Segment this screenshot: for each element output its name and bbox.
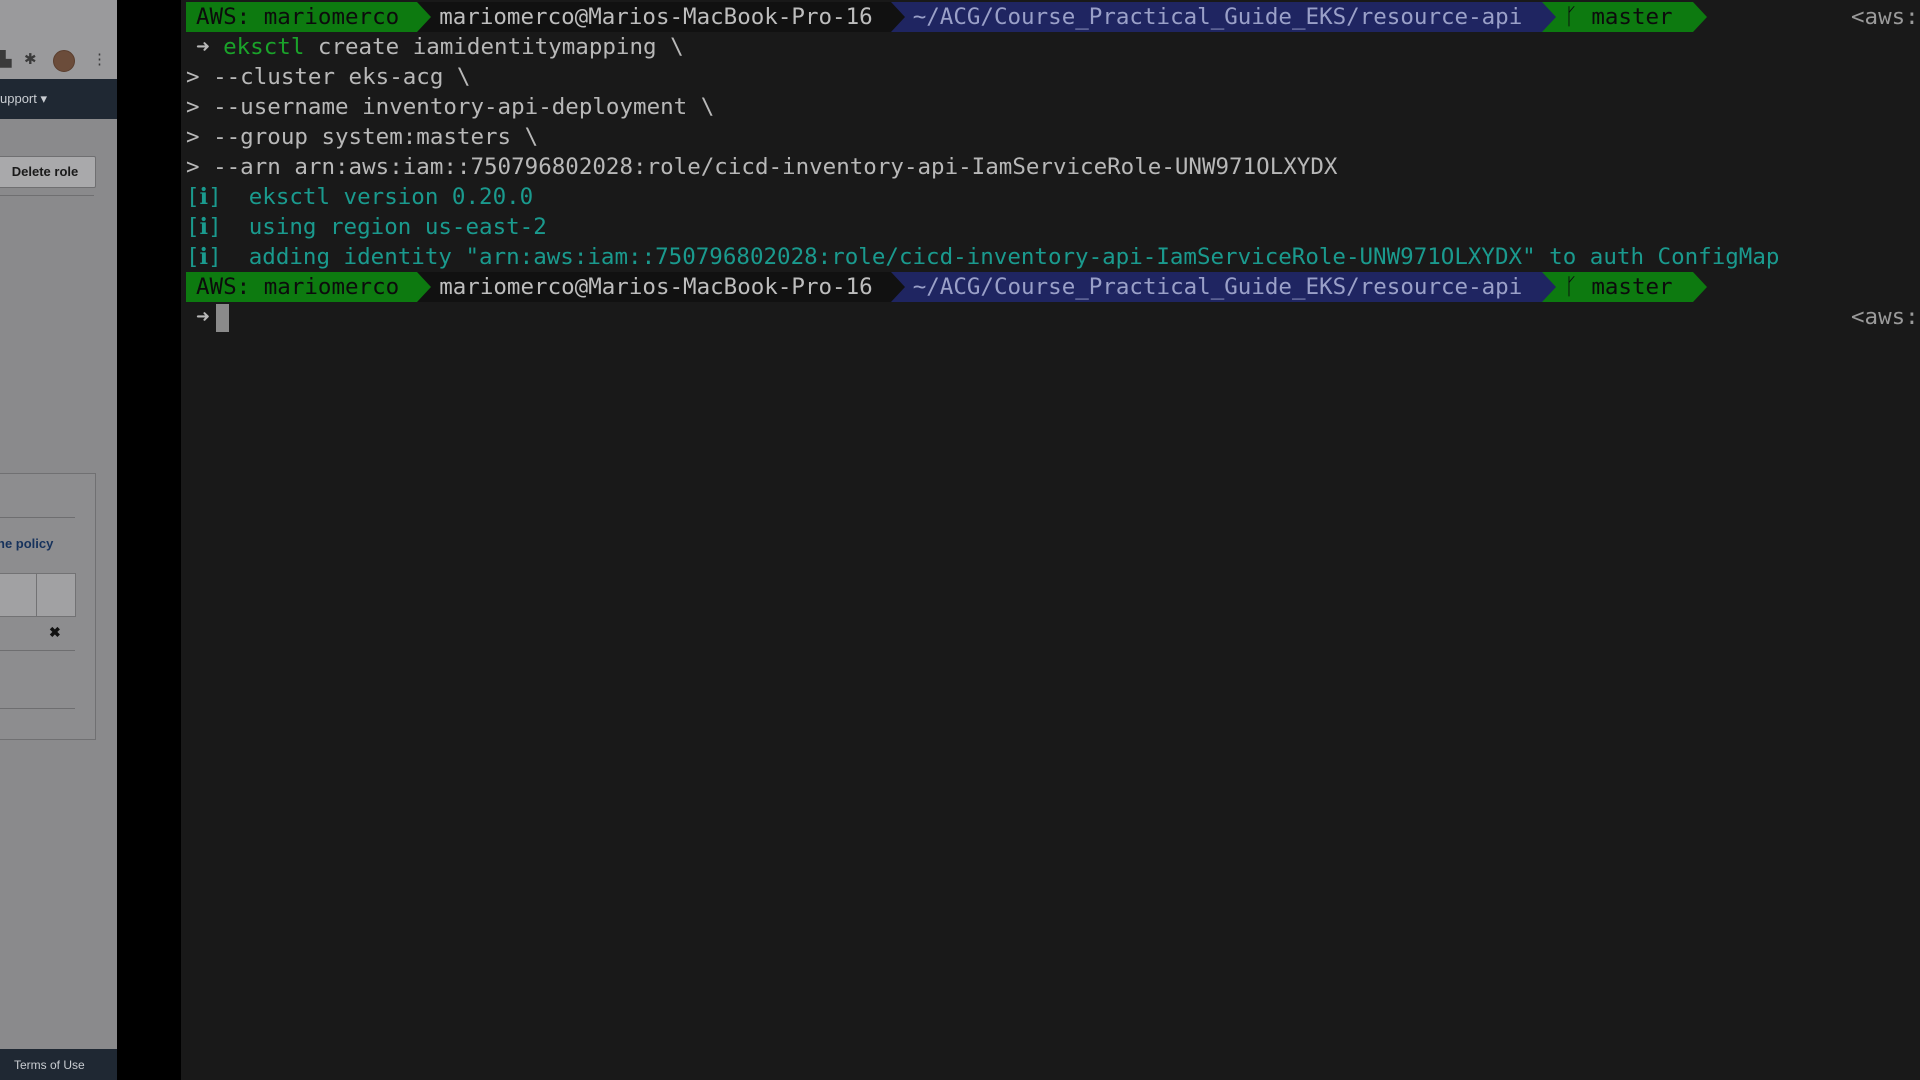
powerline-prompt: AWS: mariomerco mariomerco@Marios-MacBoo… <box>186 2 1707 32</box>
terminal-window[interactable]: AWS: mariomerco mariomerco@Marios-MacBoo… <box>181 0 1920 1080</box>
browser-toolbar: ▙ ✱ ⋮ <box>0 0 117 80</box>
segment-separator <box>890 2 905 32</box>
prompt-user-segment: mariomerco@Marios-MacBook-Pro-16 <box>417 272 891 302</box>
divider <box>0 708 75 709</box>
git-branch-name: master <box>1591 4 1673 30</box>
avatar[interactable] <box>53 50 75 72</box>
support-menu-label: upport <box>0 91 37 106</box>
support-menu[interactable]: upport ▾ <box>0 91 47 107</box>
window-gap <box>117 0 181 1080</box>
divider <box>0 650 75 651</box>
continuation-line: > --cluster eks-acg \ <box>186 64 471 90</box>
segment-separator <box>417 272 432 302</box>
output-line: [ℹ] using region us-east-2 <box>186 214 547 240</box>
permissions-panel: ne policy ✖ <box>0 473 96 740</box>
command-program: eksctl <box>223 34 305 60</box>
prompt-user-segment: mariomerco@Marios-MacBook-Pro-16 <box>417 2 891 32</box>
profile-icon[interactable]: ▙ <box>0 52 12 68</box>
command-line: ➜ eksctl create iamidentitymapping \ <box>186 32 684 62</box>
prompt-arrow: ➜ <box>196 304 210 330</box>
prompt-dir-segment: ~/ACG/Course_Practical_Guide_EKS/resourc… <box>890 2 1543 32</box>
command-args: create iamidentitymapping \ <box>304 34 684 60</box>
right-prompt: <aws: <box>1851 304 1919 330</box>
prompt-arrow: ➜ <box>196 34 210 60</box>
segment-separator <box>1542 2 1557 32</box>
input-line[interactable]: ➜ <box>186 302 229 332</box>
close-icon[interactable]: ✖ <box>49 624 61 641</box>
prompt-git-segment: ᚴ master <box>1542 272 1693 302</box>
segment-separator <box>417 2 432 32</box>
console-footer: Terms of Use <box>0 1049 117 1080</box>
policy-filter-box[interactable] <box>0 573 76 617</box>
output-line: [ℹ] adding identity "arn:aws:iam::750796… <box>186 244 1780 270</box>
right-prompt: <aws: <box>1851 4 1919 30</box>
continuation-line: > --username inventory-api-deployment \ <box>186 94 715 120</box>
continuation-line: > --group system:masters \ <box>186 124 539 150</box>
continuation-line: > --arn arn:aws:iam::750796802028:role/c… <box>186 154 1338 180</box>
console-nav-bar: upport ▾ <box>0 79 117 119</box>
prompt-aws-segment: AWS: mariomerco <box>186 272 418 302</box>
branch-icon: ᚴ <box>1564 274 1592 300</box>
extensions-icon[interactable]: ✱ <box>24 52 37 68</box>
add-inline-policy-link[interactable]: ne policy <box>0 536 53 551</box>
delete-role-button[interactable]: Delete role <box>0 156 96 188</box>
text-cursor <box>215 303 229 332</box>
prompt-aws-segment: AWS: mariomerco <box>186 2 418 32</box>
segment-separator <box>890 272 905 302</box>
segment-separator <box>1542 272 1557 302</box>
prompt-git-segment: ᚴ master <box>1542 2 1693 32</box>
divider <box>36 574 37 616</box>
segment-separator <box>1692 272 1707 302</box>
output-line: [ℹ] eksctl version 0.20.0 <box>186 184 534 210</box>
browser-window: ▙ ✱ ⋮ upport ▾ Delete role ne policy ✖ T… <box>0 0 117 1080</box>
more-menu-icon[interactable]: ⋮ <box>92 52 107 68</box>
divider <box>0 195 94 196</box>
segment-separator <box>1692 2 1707 32</box>
prompt-dir-segment: ~/ACG/Course_Practical_Guide_EKS/resourc… <box>890 272 1543 302</box>
divider <box>0 517 75 518</box>
terms-of-use-link[interactable]: Terms of Use <box>14 1058 85 1072</box>
powerline-prompt: AWS: mariomerco mariomerco@Marios-MacBoo… <box>186 272 1707 302</box>
git-branch-name: master <box>1591 274 1673 300</box>
branch-icon: ᚴ <box>1564 4 1592 30</box>
